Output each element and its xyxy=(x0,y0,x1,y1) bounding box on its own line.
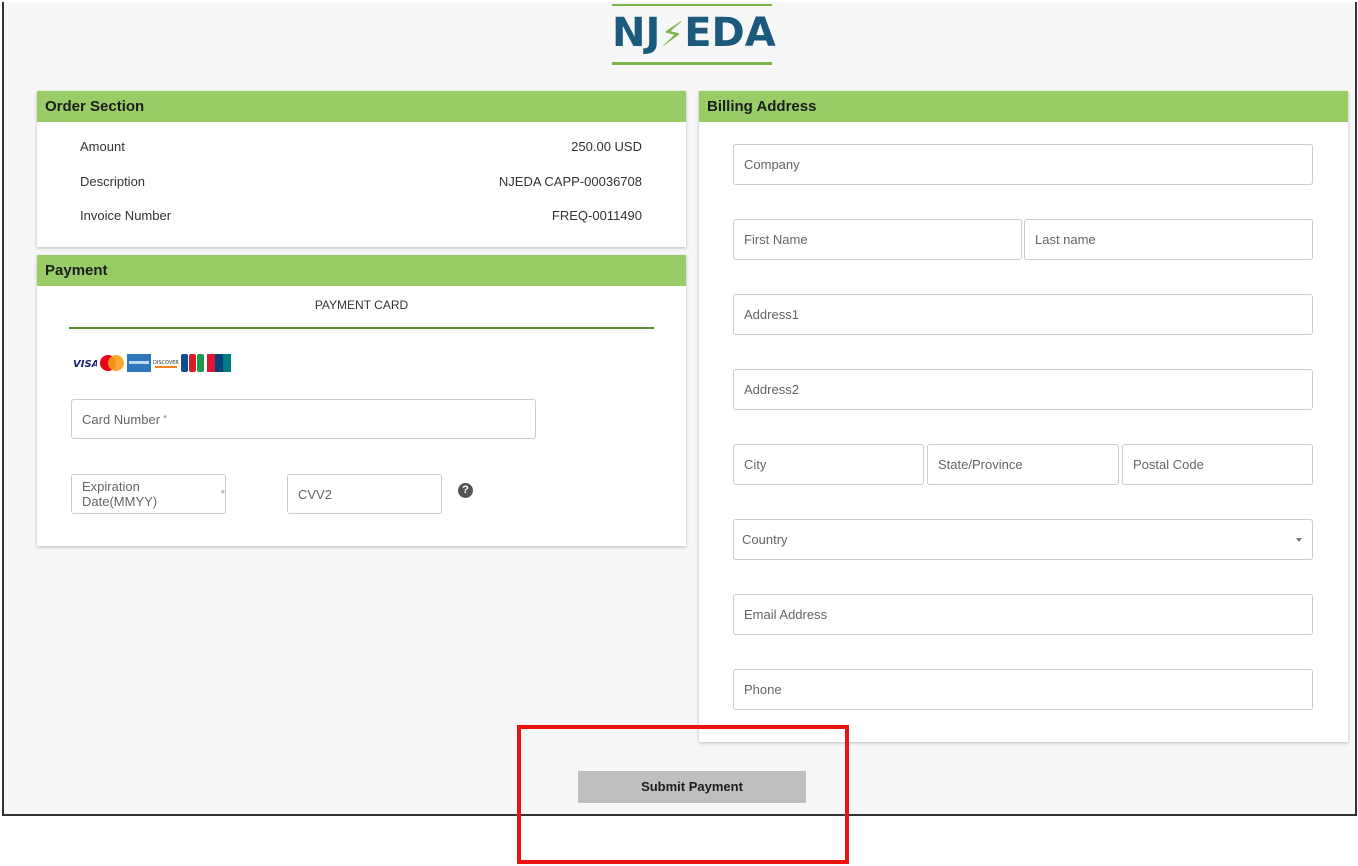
address1-placeholder: Address1 xyxy=(744,307,799,322)
highlight-annotation-box xyxy=(517,725,849,864)
address2-input[interactable]: Address2 xyxy=(733,369,1313,410)
billing-address-section: Billing Address Company First Name Last … xyxy=(699,91,1348,742)
city-input[interactable]: City xyxy=(733,444,924,485)
company-input[interactable]: Company xyxy=(733,144,1313,185)
cvv2-input[interactable]: CVV2 xyxy=(287,474,442,514)
expiration-date-input[interactable]: Expiration Date(MMYY) * xyxy=(71,474,226,514)
phone-placeholder: Phone xyxy=(744,682,782,697)
amex-icon xyxy=(127,353,151,373)
state-province-placeholder: State/Province xyxy=(938,457,1023,472)
amount-value: 250.00 USD xyxy=(571,139,642,154)
amount-label: Amount xyxy=(80,139,125,154)
description-value: NJEDA CAPP-00036708 xyxy=(498,174,642,189)
card-number-input[interactable]: Card Number * xyxy=(71,399,536,439)
phone-input[interactable]: Phone xyxy=(733,669,1313,710)
njeda-logo: NJ⚡EDA xyxy=(612,4,776,66)
unionpay-icon xyxy=(207,353,231,373)
svg-text:DISCOVER: DISCOVER xyxy=(153,360,179,366)
logo-text: NJ⚡EDA xyxy=(612,10,776,56)
logo-top-line xyxy=(612,4,772,6)
payment-section: Payment PAYMENT CARD VISA DISCOVER Card … xyxy=(37,255,686,546)
order-section: Order Section Amount 250.00 USD Descript… xyxy=(37,91,686,247)
country-select[interactable]: Country xyxy=(733,519,1313,560)
order-row-description: Description NJEDA CAPP-00036708 xyxy=(80,174,642,190)
company-placeholder: Company xyxy=(744,157,800,172)
last-name-input[interactable]: Last name xyxy=(1024,219,1313,260)
discover-icon: DISCOVER xyxy=(153,353,179,373)
invoice-number-label: Invoice Number xyxy=(80,208,172,223)
cvv2-placeholder: CVV2 xyxy=(298,486,332,502)
question-icon[interactable]: ? xyxy=(458,483,473,498)
first-name-input[interactable]: First Name xyxy=(733,219,1022,260)
svg-text:VISA: VISA xyxy=(73,359,97,370)
payment-section-header: Payment xyxy=(37,255,686,286)
last-name-placeholder: Last name xyxy=(1035,232,1096,247)
first-name-placeholder: First Name xyxy=(744,232,808,247)
order-row-amount: Amount 250.00 USD xyxy=(80,139,642,155)
postal-code-input[interactable]: Postal Code xyxy=(1122,444,1313,485)
chevron-down-icon xyxy=(1296,538,1302,542)
order-section-header: Order Section xyxy=(37,91,686,122)
country-selected-value: Country xyxy=(742,532,788,547)
email-address-placeholder: Email Address xyxy=(744,607,828,622)
tab-active-indicator xyxy=(69,327,654,329)
logo-underline xyxy=(612,62,772,65)
expiration-date-placeholder: Expiration Date(MMYY) xyxy=(82,479,158,509)
required-mark: * xyxy=(220,488,225,500)
postal-code-placeholder: Postal Code xyxy=(1133,457,1204,472)
order-row-invoice: Invoice Number FREQ-0011490 xyxy=(80,208,642,224)
city-placeholder: City xyxy=(744,457,767,472)
email-address-input[interactable]: Email Address xyxy=(733,594,1313,635)
required-mark: * xyxy=(163,413,168,425)
description-label: Description xyxy=(80,174,146,189)
billing-address-header: Billing Address xyxy=(699,91,1348,122)
address2-placeholder: Address2 xyxy=(744,382,799,397)
mastercard-icon xyxy=(99,353,125,373)
state-province-input[interactable]: State/Province xyxy=(927,444,1119,485)
address1-input[interactable]: Address1 xyxy=(733,294,1313,335)
card-number-placeholder: Card Number xyxy=(82,411,161,427)
visa-icon: VISA xyxy=(73,353,99,373)
jcb-icon xyxy=(181,353,205,373)
tab-payment-card[interactable]: PAYMENT CARD xyxy=(69,298,654,312)
invoice-number-value: FREQ-0011490 xyxy=(551,208,642,223)
